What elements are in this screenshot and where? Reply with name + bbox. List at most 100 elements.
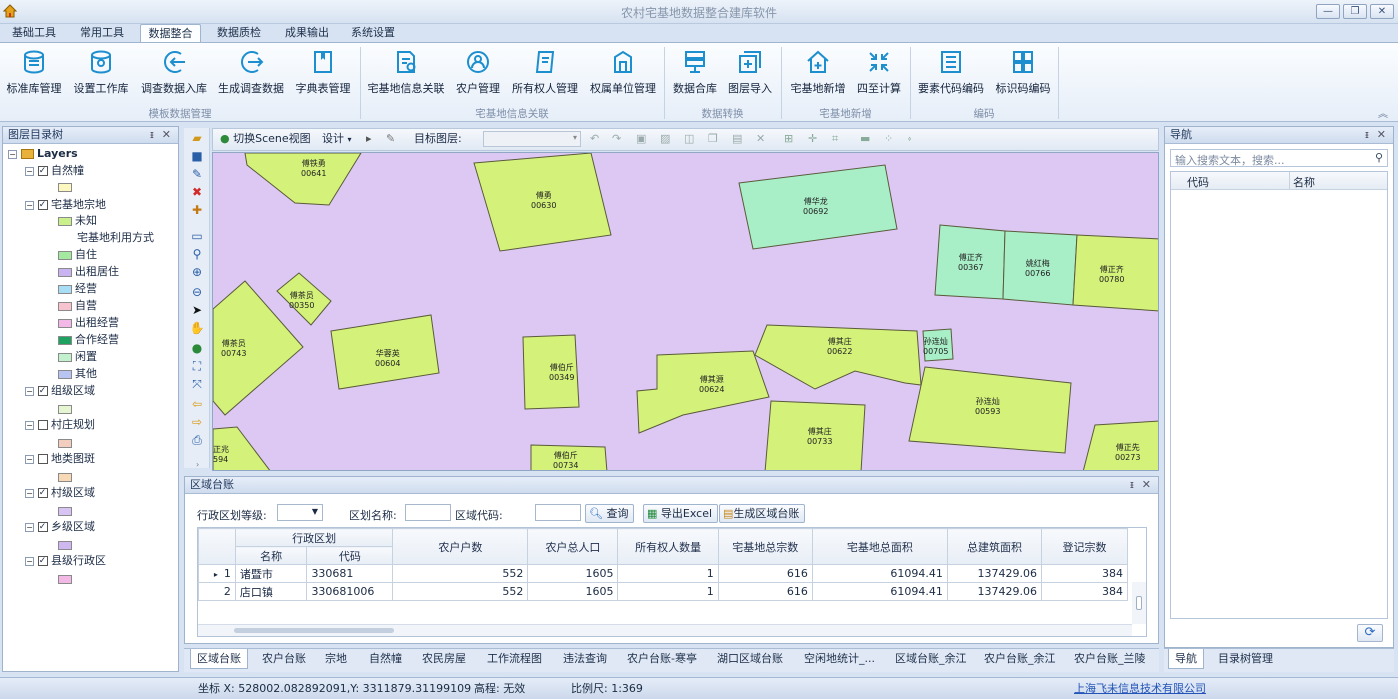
vertical-scroll-thumb[interactable] [1136, 596, 1142, 610]
export-map-icon[interactable]: ⎙ [188, 432, 206, 448]
ruler-icon[interactable]: ▭ [188, 228, 206, 244]
layer-item[interactable]: − ✓ 县级行政区 [25, 553, 106, 569]
tab-output[interactable]: 成果输出 [276, 24, 338, 43]
tab-violation[interactable]: 违法查询 [563, 649, 607, 669]
tab-region-yujiang[interactable]: 区域台账_余江 [895, 649, 967, 669]
layer-item[interactable]: − ✓ 自然幢 [25, 163, 84, 179]
tab-farmer-yujiang[interactable]: 农户台账_余江 [984, 649, 1056, 669]
feature-code-button[interactable]: 要素代码编码 [915, 45, 987, 97]
layer-item[interactable]: − 村庄规划 [25, 417, 95, 433]
generate-ledger-button[interactable]: ▤生成区域台账 [719, 504, 806, 523]
tab-navigator[interactable]: 导航 [1168, 649, 1204, 669]
zoom-out-icon[interactable]: ⊖ [188, 284, 206, 300]
horizontal-scrollbar[interactable] [198, 624, 1132, 636]
tab-region-ledger[interactable]: 区域台账 [190, 649, 248, 669]
paste-icon[interactable]: ▤ [732, 130, 742, 148]
tab-farmer-house[interactable]: 农民房屋 [422, 649, 466, 669]
unit-manage-button[interactable]: 权属单位管理 [587, 45, 659, 97]
cell-area[interactable]: 61094.41 [811, 564, 948, 583]
col-name[interactable]: 名称 [1293, 174, 1315, 190]
cell-registered[interactable]: 384 [1041, 564, 1128, 583]
layer-checkbox[interactable]: ✓ [37, 488, 48, 498]
cell-registered[interactable]: 384 [1041, 582, 1128, 601]
pan-hand-icon[interactable]: ✋ [188, 320, 206, 336]
dictionary-button[interactable]: 字典表管理 [292, 45, 354, 97]
col-name[interactable]: 名称 [234, 546, 308, 565]
table-row[interactable]: ▸ 1 诸暨市 330681 552 1605 1 616 61094.41 13… [198, 564, 1128, 583]
search-icon[interactable]: ⚲ [1375, 151, 1383, 164]
cell-code[interactable]: 330681006 [306, 582, 394, 601]
parcel-00622[interactable] [754, 324, 922, 390]
close-panel-icon[interactable]: ✕ [1377, 127, 1386, 143]
tab-parcel[interactable]: 宗地 [325, 649, 347, 669]
edit-icon[interactable]: ✎ [188, 166, 206, 182]
close-panel-icon[interactable]: ✕ [162, 127, 171, 143]
generate-survey-button[interactable]: 生成调查数据 [215, 45, 287, 97]
cell-households[interactable]: 552 [392, 582, 529, 601]
pencil-icon[interactable]: ✎ [386, 130, 395, 148]
layer-item[interactable]: − 地类图斑 [25, 451, 95, 467]
cell-build-area[interactable]: 137429.06 [946, 582, 1043, 601]
cell-households[interactable]: 552 [392, 564, 529, 583]
layer-checkbox[interactable]: ✓ [37, 200, 48, 210]
navigator-search[interactable]: 输入搜索文本，搜索... ⚲ [1170, 149, 1388, 167]
bounds-icon[interactable]: ⌗ [832, 130, 838, 148]
col-registered[interactable]: 登记宗数 [1041, 528, 1128, 565]
collapse-ribbon-icon[interactable]: ︽ [1378, 105, 1388, 120]
cell-name[interactable]: 店口镇 [234, 582, 308, 601]
forward-arrow-icon[interactable]: ⇨ [188, 414, 206, 430]
layer-checkbox[interactable] [37, 420, 48, 430]
collapse-icon[interactable]: − [8, 149, 17, 159]
col-owners[interactable]: 所有权人数量 [617, 528, 719, 565]
collapse-icon[interactable]: − [25, 200, 34, 210]
undo-icon[interactable]: ↶ [590, 130, 599, 148]
col-build-area[interactable]: 总建筑面积 [946, 528, 1043, 565]
reshape-icon[interactable]: ▨ [660, 130, 670, 148]
level-select[interactable]: ▼ [277, 504, 323, 521]
fixed-zoom-icon[interactable]: ⤧ [188, 376, 206, 392]
cell-parcels[interactable]: 616 [717, 564, 813, 583]
pin-icon[interactable]: ᵻ [1130, 477, 1134, 493]
collapse-icon[interactable]: − [25, 166, 34, 176]
layer-item[interactable]: − ✓ 组级区域 [25, 383, 95, 399]
globe-icon[interactable]: ● [188, 340, 206, 356]
id-code-button[interactable]: 标识码编码 [992, 45, 1054, 97]
delete-icon[interactable]: ✖ [188, 184, 206, 200]
layer-import-button[interactable]: 图层导入 [724, 45, 776, 97]
measure-icon[interactable]: ▬ [860, 130, 870, 148]
region-name-input[interactable] [405, 504, 451, 521]
layer-item[interactable]: − ✓ 宅基地宗地 [25, 197, 106, 213]
tree-root[interactable]: − Layers [8, 146, 78, 162]
cell-owners[interactable]: 1 [617, 564, 719, 583]
col-code[interactable]: 代码 [306, 546, 394, 565]
collapse-icon[interactable]: − [25, 454, 34, 464]
farmer-manage-button[interactable]: 农户管理 [452, 45, 504, 97]
restore-button[interactable]: ❐ [1343, 4, 1367, 19]
tab-farmer-lanling[interactable]: 农户台账_兰陵 [1074, 649, 1146, 669]
pin-icon[interactable]: ᵻ [1365, 127, 1369, 143]
cell-name[interactable]: 诸暨市 [234, 564, 308, 583]
cell-owners[interactable]: 1 [617, 582, 719, 601]
layer-checkbox[interactable]: ✓ [37, 522, 48, 532]
copy-icon[interactable]: ❐ [708, 130, 718, 148]
col-population[interactable]: 农户总人口 [527, 528, 619, 565]
layer-checkbox[interactable]: ✓ [37, 166, 48, 176]
map-canvas[interactable]: 傅铁勇 00641 傅勇 00630 傅华龙 00692 傅正齐 00367 姚红梅 00… [212, 152, 1159, 471]
tab-hukou-ledger[interactable]: 湖口区域台账 [717, 649, 783, 669]
tab-farmer-ledger-hanting[interactable]: 农户台账-寒亭 [627, 649, 697, 669]
col-area[interactable]: 宅基地总面积 [811, 528, 948, 565]
play-icon[interactable]: ▸ [366, 130, 372, 148]
import-survey-button[interactable]: 调查数据入库 [138, 45, 210, 97]
set-workspace-button[interactable]: 设置工作库 [70, 45, 132, 97]
homestead-link-button[interactable]: 宅基地信息关联 [366, 45, 446, 97]
collapse-icon[interactable]: − [25, 556, 34, 566]
collapse-icon[interactable]: − [25, 488, 34, 498]
close-panel-icon[interactable]: ✕ [1142, 477, 1151, 493]
search-input[interactable]: 输入搜索文本，搜索... [1175, 152, 1285, 168]
collapse-icon[interactable]: − [25, 420, 34, 430]
expand-arrow-icon[interactable]: › [196, 460, 199, 469]
identify-icon[interactable]: ⚲ [188, 246, 206, 262]
close-window-button[interactable]: ✕ [1370, 4, 1394, 19]
save-icon[interactable]: ■ [188, 148, 206, 164]
col-parcels[interactable]: 宅基地总宗数 [717, 528, 813, 565]
